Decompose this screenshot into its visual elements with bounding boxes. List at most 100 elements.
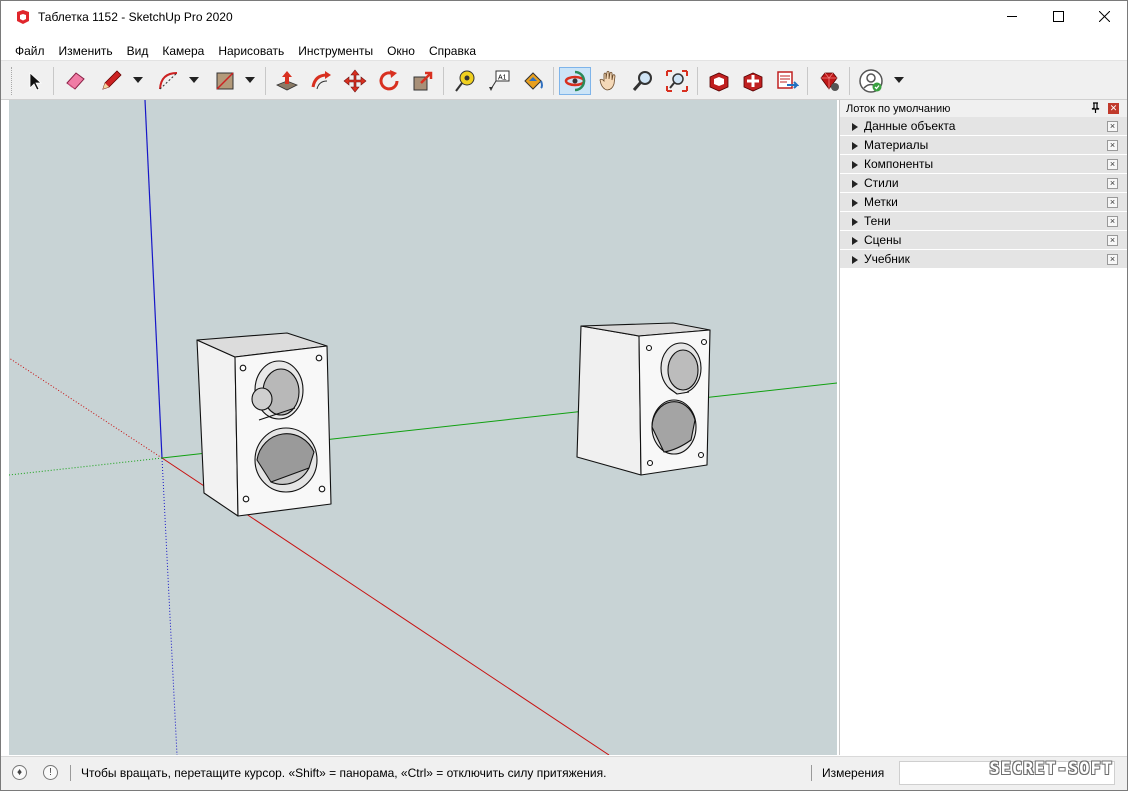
move-arrows-icon [343,69,367,93]
pin-icon[interactable] [1091,102,1100,116]
toolbar-grip[interactable] [11,67,14,95]
rectangle-icon [216,72,234,90]
extension-warehouse-button[interactable] [739,67,767,95]
menu-view[interactable]: Вид [120,44,156,58]
paint-bucket-tool-button[interactable] [519,67,547,95]
model-viewport[interactable] [9,100,837,755]
main-toolbar: A1 [1,60,1127,100]
extension-warehouse-icon [743,72,763,92]
toolbar-separator [849,67,850,95]
menu-camera[interactable]: Камера [155,44,211,58]
send-to-layout-button[interactable] [773,67,801,95]
account-button[interactable] [857,67,885,95]
status-separator [811,765,812,781]
tape-measure-icon [455,70,475,92]
expand-arrow-icon [852,142,858,150]
panel-close-icon[interactable]: × [1107,178,1118,189]
maximize-icon [1052,11,1064,22]
account-dropdown[interactable] [894,77,904,83]
eraser-tool-button[interactable] [61,67,89,95]
layout-send-icon [777,71,799,89]
window-title: Таблетка 1152 - SketchUp Pro 2020 [38,9,233,24]
move-tool-button[interactable] [341,67,369,95]
status-separator [70,765,71,781]
line-tool-button[interactable] [97,67,125,95]
ruby-gem-icon [820,72,839,91]
panel-label: Компоненты [864,157,934,171]
expand-arrow-icon [852,218,858,226]
panel-close-icon[interactable]: × [1107,235,1118,246]
speaker-left[interactable] [196,332,332,517]
minimize-button[interactable] [989,1,1035,32]
user-account-icon [859,69,883,93]
extension-manager-button[interactable] [815,67,843,95]
window-controls [989,1,1127,32]
zoom-extents-icon [666,70,688,92]
orbit-tool-button[interactable] [559,67,591,95]
menu-help[interactable]: Справка [422,44,483,58]
tray-panel-materials[interactable]: Материалы × [840,136,1127,155]
toolbar-separator [807,67,808,95]
zoom-tool-button[interactable] [629,67,657,95]
rectangle-tool-button[interactable] [211,67,239,95]
measurements-label: Измерения [822,766,885,780]
follow-me-icon [311,71,331,90]
arc-tool-dropdown[interactable] [189,77,199,83]
select-tool-button[interactable] [21,67,49,95]
menu-draw[interactable]: Нарисовать [211,44,291,58]
green-axis-negative [9,457,163,476]
tray-title: Лоток по умолчанию [846,102,951,115]
geo-location-icon[interactable]: ♦ [12,765,27,780]
panel-label: Метки [864,195,898,209]
arc-tool-button[interactable] [155,67,183,95]
menu-bar: Файл Изменить Вид Камера Нарисовать Инст… [1,41,483,60]
expand-arrow-icon [852,123,858,131]
blue-axis [144,100,163,459]
menu-tools[interactable]: Инструменты [291,44,380,58]
credits-info-icon[interactable]: ! [43,765,58,780]
menu-edit[interactable]: Изменить [52,44,120,58]
hand-icon [599,70,616,91]
status-bar: ♦ ! Чтобы вращать, перетащите курсор. «S… [1,756,1127,790]
expand-arrow-icon [852,180,858,188]
minimize-icon [1006,16,1017,17]
tray-panel-shadows[interactable]: Тени × [840,212,1127,231]
expand-arrow-icon [852,256,858,264]
panel-close-icon[interactable]: × [1107,197,1118,208]
maximize-button[interactable] [1035,1,1081,32]
3d-warehouse-button[interactable] [705,67,733,95]
tray-panel-components[interactable]: Компоненты × [840,155,1127,174]
warehouse-icon [709,72,729,92]
close-icon [1098,11,1110,22]
pan-tool-button[interactable] [595,67,623,95]
zoom-extents-tool-button[interactable] [663,67,691,95]
tray-panel-scenes[interactable]: Сцены × [840,231,1127,250]
tray-panel-styles[interactable]: Стили × [840,174,1127,193]
panel-close-icon[interactable]: × [1107,216,1118,227]
close-button[interactable] [1081,1,1127,32]
tray-panel-instructor[interactable]: Учебник × [840,250,1127,269]
offset-tool-button[interactable] [307,67,335,95]
panel-close-icon[interactable]: × [1107,121,1118,132]
line-tool-dropdown[interactable] [133,77,143,83]
tray-panel-tags[interactable]: Метки × [840,193,1127,212]
sketchup-logo-icon [17,9,29,24]
panel-close-icon[interactable]: × [1107,140,1118,151]
panel-close-icon[interactable]: × [1107,159,1118,170]
expand-arrow-icon [852,199,858,207]
tray-close-icon[interactable]: ✕ [1108,103,1119,114]
tray-panel-entity-info[interactable]: Данные объекта × [840,117,1127,136]
rectangle-tool-dropdown[interactable] [245,77,255,83]
menu-file[interactable]: Файл [8,44,52,58]
scale-tool-button[interactable] [409,67,437,95]
push-pull-icon [276,71,298,91]
tape-measure-tool-button[interactable] [451,67,479,95]
status-hint: Чтобы вращать, перетащите курсор. «Shift… [81,766,607,780]
panel-close-icon[interactable]: × [1107,254,1118,265]
push-pull-tool-button[interactable] [273,67,301,95]
menu-window[interactable]: Окно [380,44,422,58]
text-tool-button[interactable]: A1 [485,67,513,95]
rotate-tool-button[interactable] [375,67,403,95]
speaker-right[interactable] [576,322,711,476]
panel-label: Тени [864,214,891,228]
